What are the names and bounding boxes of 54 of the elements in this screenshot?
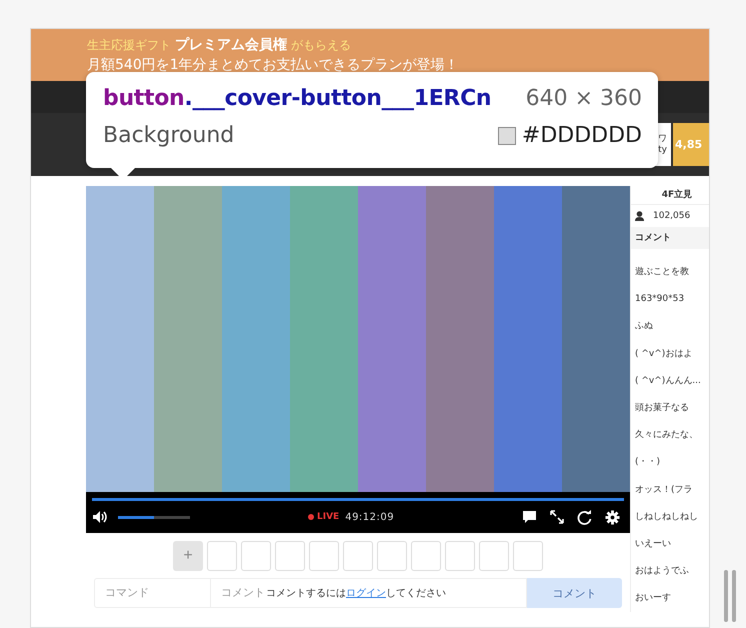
element-selector: button.___cover-button___1ERCn xyxy=(103,86,492,111)
fullscreen-icon[interactable] xyxy=(550,510,564,524)
stamp-slot[interactable] xyxy=(479,541,509,571)
gift-label: 生主応援ギフト xyxy=(87,37,171,54)
comment-text: いえーい xyxy=(634,538,672,551)
promo-subtitle: 月額540円を1年分まとめてお支払いできるプランが登場！ xyxy=(87,56,460,74)
speaker-icon[interactable] xyxy=(92,510,108,524)
settings-icon[interactable] xyxy=(605,510,620,524)
elapsed-time: 49:12:09 xyxy=(345,512,394,522)
comment-text: 頭お菓子なる xyxy=(634,402,690,415)
color-swatch xyxy=(498,126,516,144)
command-field[interactable]: コマンド xyxy=(94,578,211,608)
comment-text: (・・) xyxy=(634,456,662,470)
comment-text: オッス！(フラ xyxy=(634,484,694,496)
comment-text: 163*90*53 xyxy=(634,293,686,306)
person-icon xyxy=(635,211,644,221)
stamp-slot[interactable] xyxy=(241,541,271,571)
property-label: Background xyxy=(103,123,234,148)
count-badge[interactable]: 4,85 xyxy=(673,123,709,166)
stamp-slot[interactable] xyxy=(309,541,339,571)
panel-title: 4F立見 xyxy=(631,186,709,205)
volume-slider[interactable] xyxy=(118,516,190,518)
element-size: 640 × 360 xyxy=(526,86,642,111)
scrollbar[interactable] xyxy=(724,570,736,622)
seek-bar[interactable] xyxy=(92,498,624,501)
stamp-slot[interactable] xyxy=(377,541,407,571)
header-text: ワ xyxy=(658,134,667,144)
comment-heading: コメント xyxy=(631,227,709,249)
comment-text: ( ^v^)おはよ xyxy=(634,348,694,361)
header-text: ty xyxy=(658,144,667,156)
viewer-count: 102,056 xyxy=(653,211,690,221)
reload-icon[interactable] xyxy=(577,510,592,524)
comment-text: ( ^v^)んんん... xyxy=(634,374,702,388)
login-link[interactable]: ログイン xyxy=(346,588,386,599)
comment-text: ふぬ xyxy=(634,320,654,334)
stamp-slot[interactable] xyxy=(445,541,475,571)
comment-text: 遊ぶことを教 xyxy=(634,266,690,279)
stamp-slot[interactable] xyxy=(343,541,373,571)
gift-suffix: がもらえる xyxy=(291,37,351,54)
stamp-slot[interactable] xyxy=(411,541,441,571)
login-notice: コメントするにはログイン してください xyxy=(266,587,446,600)
stamp-slot[interactable] xyxy=(275,541,305,571)
comment-text: 久々にみたな、 xyxy=(634,428,699,442)
live-indicator: LIVE xyxy=(308,512,340,522)
comment-text: しねしねしねし xyxy=(634,510,699,524)
add-stamp-button[interactable]: + xyxy=(173,541,203,571)
comment-button[interactable]: コメント xyxy=(527,578,622,608)
color-value: #DDDDDD xyxy=(522,123,642,148)
comment-text: おはようでふ xyxy=(634,565,690,578)
comment-icon[interactable] xyxy=(522,510,537,524)
stamp-slot[interactable] xyxy=(513,541,543,571)
comment-text: おいーす xyxy=(634,592,672,606)
premium-title: プレミアム会員権 xyxy=(175,36,287,54)
stamp-slot[interactable] xyxy=(207,541,237,571)
